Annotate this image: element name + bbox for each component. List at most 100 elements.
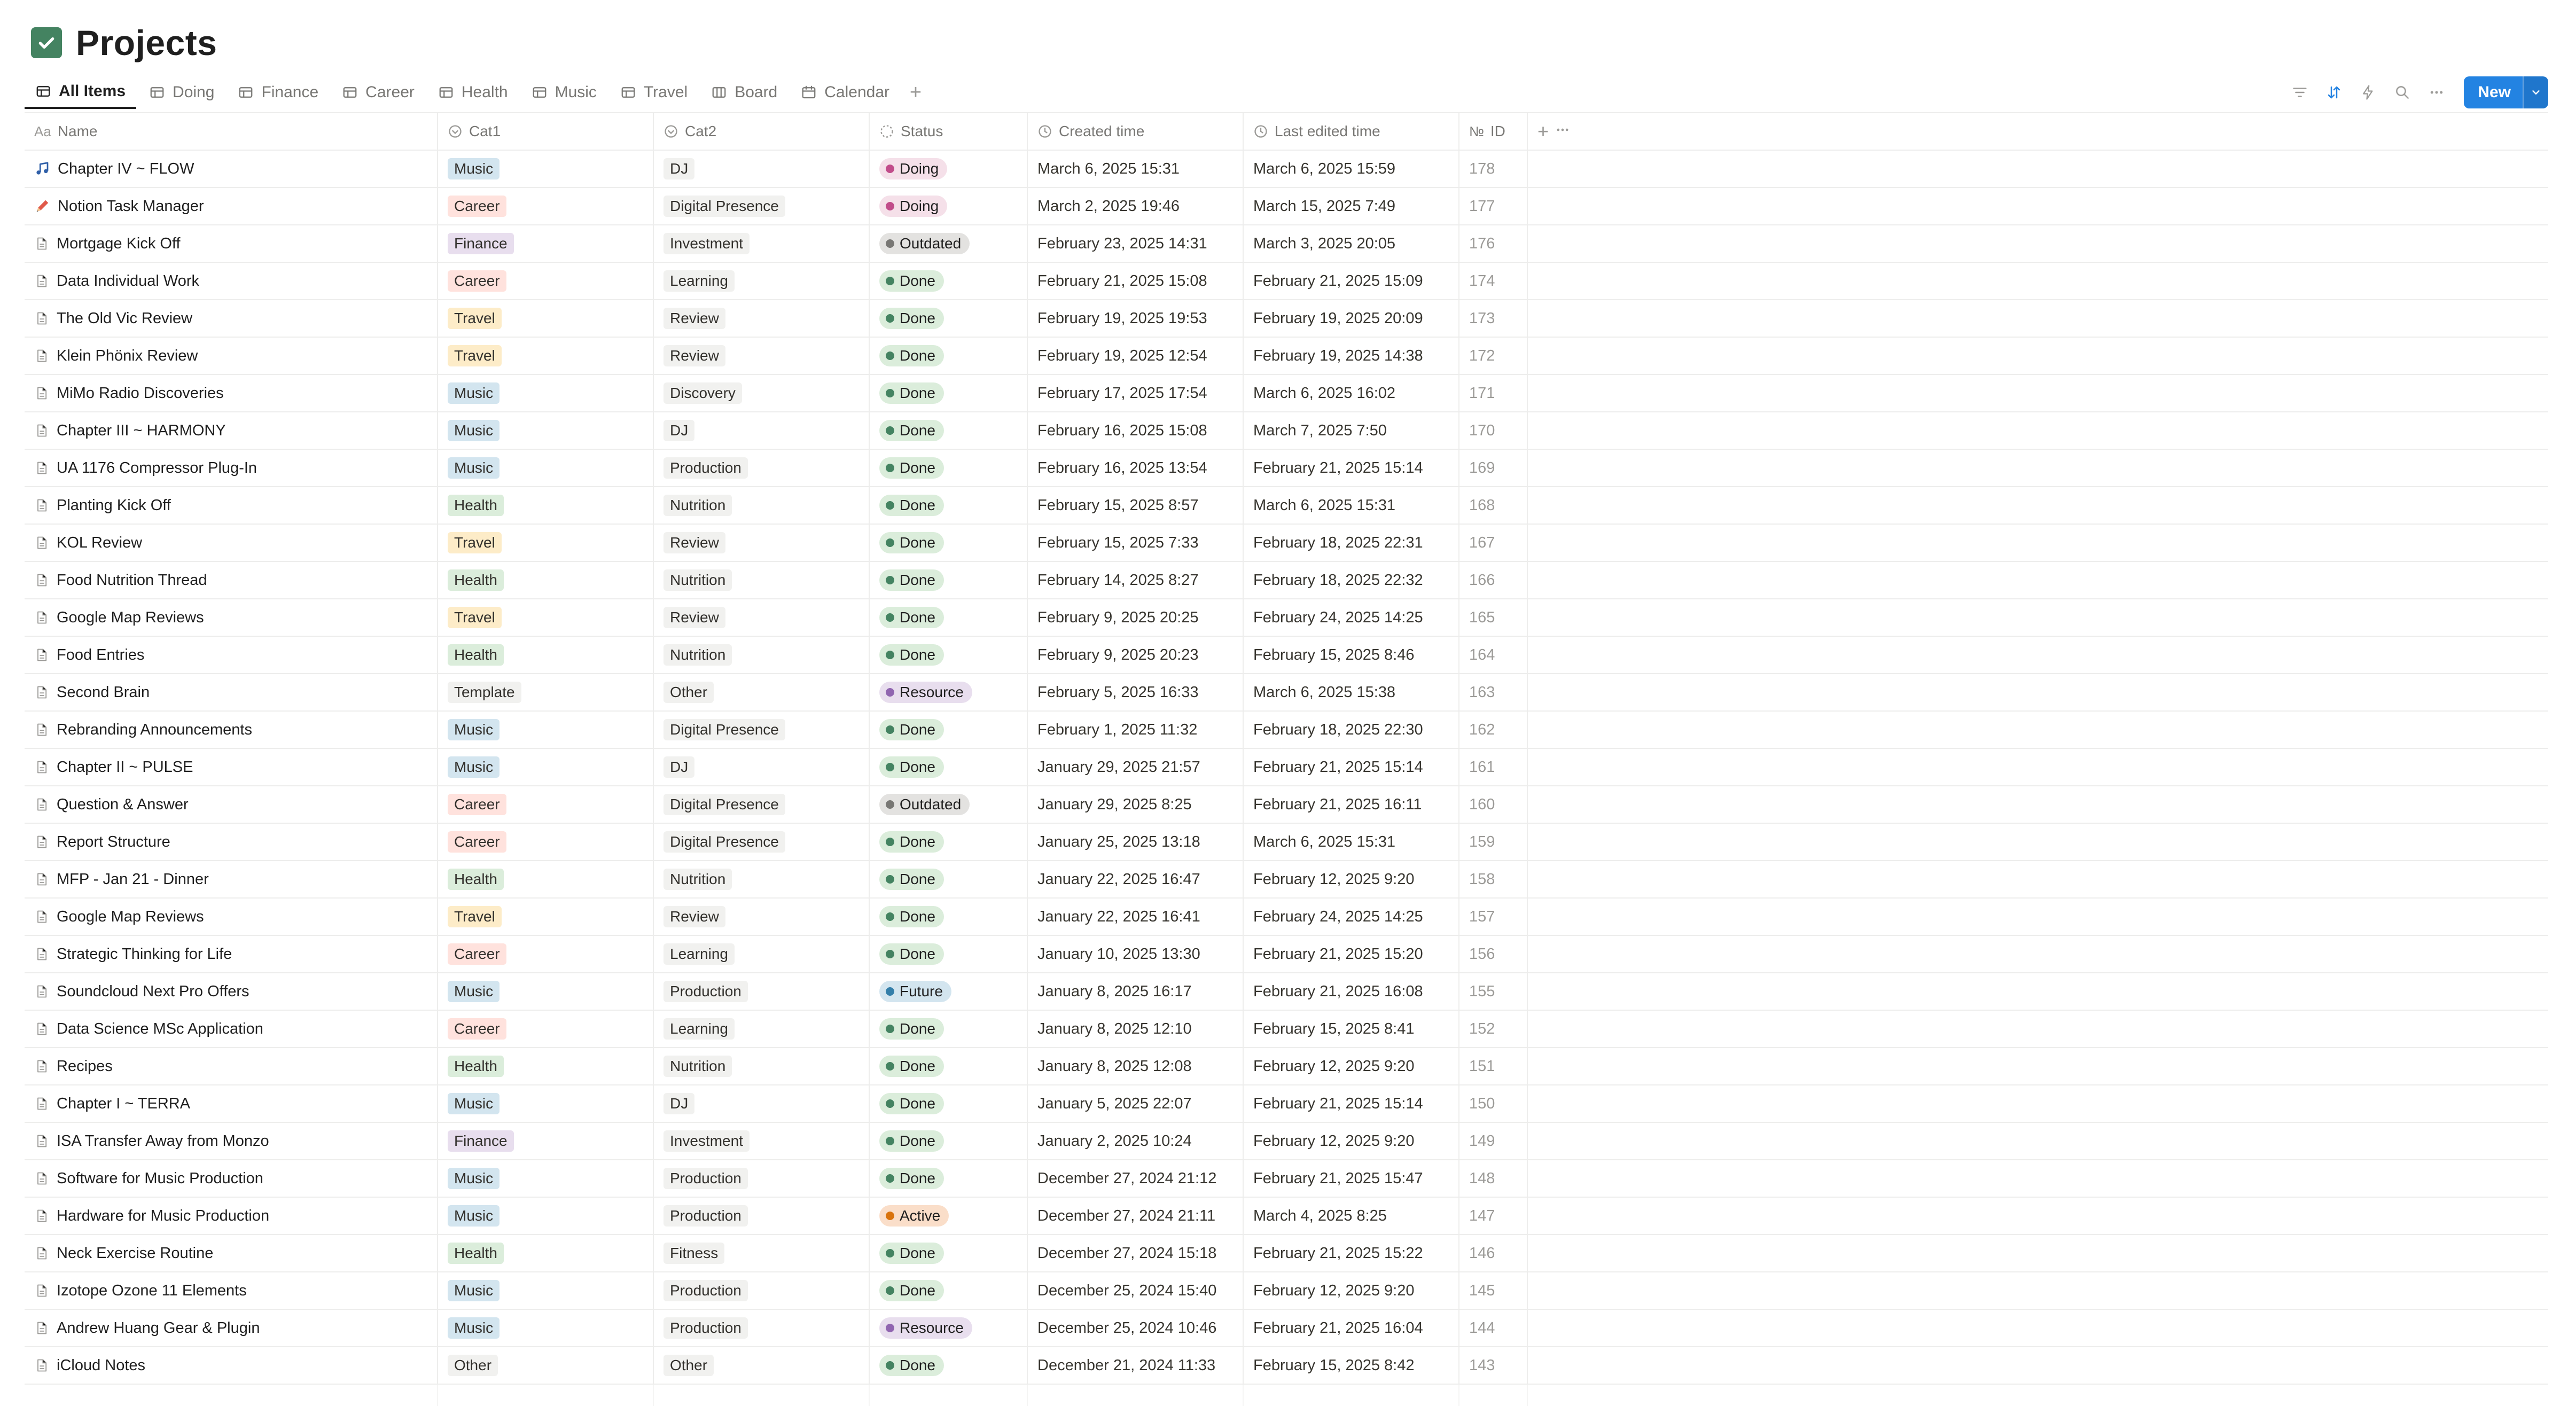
cell-status[interactable]: Done xyxy=(870,1048,1028,1084)
cell-cat2[interactable]: Production xyxy=(654,1272,870,1309)
table-row[interactable]: Neck Exercise Routine Health Fitness Done De… xyxy=(25,1235,2548,1272)
cell-cat2[interactable]: Review xyxy=(654,338,870,374)
column-header-status[interactable]: Status xyxy=(870,113,1028,150)
cell-id[interactable]: 172 xyxy=(1459,338,1528,374)
cell-created-time[interactable]: February 5, 2025 16:33 xyxy=(1028,674,1244,710)
table-row[interactable]: Izotope Ozone 11 Elements Music Production… xyxy=(25,1272,2548,1310)
cell-created-time[interactable]: January 22, 2025 16:41 xyxy=(1028,899,1244,935)
cell-created-time[interactable]: February 1, 2025 11:32 xyxy=(1028,712,1244,748)
cell-id[interactable]: 159 xyxy=(1459,824,1528,860)
row-title[interactable]: iCloud Notes xyxy=(57,1357,145,1374)
cell-cat2[interactable]: DJ xyxy=(654,1085,870,1122)
cell-created-time[interactable]: March 6, 2025 15:31 xyxy=(1028,151,1244,187)
cell-cat2[interactable]: Nutrition xyxy=(654,637,870,673)
cell-name[interactable]: Soundcloud Next Pro Offers xyxy=(25,973,438,1010)
cell-cat2[interactable]: Production xyxy=(654,1160,870,1197)
cell-last-edited-time[interactable]: February 18, 2025 22:30 xyxy=(1244,712,1459,748)
cell-cat1[interactable]: Career xyxy=(438,824,654,860)
cell-cat1[interactable]: Career xyxy=(438,936,654,972)
cell-name[interactable]: Planting Kick Off xyxy=(25,487,438,524)
table-row[interactable]: Data Individual Work Career Learning Done Fe… xyxy=(25,263,2548,300)
cell-last-edited-time[interactable]: February 21, 2025 15:09 xyxy=(1244,263,1459,299)
column-header-cat2[interactable]: Cat2 xyxy=(654,113,870,150)
cell-cat2[interactable]: Production xyxy=(654,1310,870,1346)
row-title[interactable]: Google Map Reviews xyxy=(57,908,204,926)
cell-id[interactable]: 158 xyxy=(1459,861,1528,897)
cell-last-edited-time[interactable]: February 21, 2025 15:22 xyxy=(1244,1235,1459,1271)
table-row[interactable]: Strategic Thinking for Life Career Learnin… xyxy=(25,936,2548,973)
cell-cat1[interactable]: Health xyxy=(438,1048,654,1084)
cell-created-time[interactable]: January 5, 2025 22:07 xyxy=(1028,1085,1244,1122)
cell-cat2[interactable]: Fitness xyxy=(654,1235,870,1271)
cell-cat2[interactable]: DJ xyxy=(654,412,870,449)
cell-cat1[interactable]: Health xyxy=(438,637,654,673)
row-title[interactable]: Hardware for Music Production xyxy=(57,1207,269,1225)
cell-cat1[interactable]: Travel xyxy=(438,899,654,935)
column-header-last-edited-time[interactable]: Last edited time xyxy=(1244,113,1459,150)
cell-id[interactable]: 156 xyxy=(1459,936,1528,972)
cell-last-edited-time[interactable]: March 3, 2025 20:05 xyxy=(1244,225,1459,262)
tab-travel[interactable]: Travel xyxy=(610,76,698,109)
cell-status[interactable]: Done xyxy=(870,749,1028,785)
cell-cat2[interactable]: Investment xyxy=(654,1123,870,1159)
cell-cat2[interactable]: Nutrition xyxy=(654,1048,870,1084)
cell-id[interactable]: 151 xyxy=(1459,1048,1528,1084)
row-title[interactable]: MiMo Radio Discoveries xyxy=(57,385,224,402)
cell-cat2[interactable]: Investment xyxy=(654,225,870,262)
cell-name[interactable]: Mortgage Kick Off xyxy=(25,225,438,262)
cell-created-time[interactable]: January 8, 2025 16:17 xyxy=(1028,973,1244,1010)
row-title[interactable]: Chapter II ~ PULSE xyxy=(57,759,193,776)
cell-cat1[interactable]: Finance xyxy=(438,225,654,262)
row-title[interactable]: Strategic Thinking for Life xyxy=(57,946,232,963)
table-row[interactable]: MFP - Jan 21 - Dinner Health Nutrition Done… xyxy=(25,861,2548,899)
cell-cat2[interactable]: Digital Presence xyxy=(654,786,870,823)
cell-status[interactable]: Done xyxy=(870,824,1028,860)
cell-cat2[interactable]: Production xyxy=(654,450,870,486)
cell-last-edited-time[interactable]: February 21, 2025 16:04 xyxy=(1244,1310,1459,1346)
row-title[interactable]: Software for Music Production xyxy=(57,1170,263,1188)
table-row[interactable]: Software for Music Production Music Produc… xyxy=(25,1160,2548,1198)
tab-all-items[interactable]: All Items xyxy=(25,76,137,109)
cell-last-edited-time[interactable]: February 21, 2025 15:14 xyxy=(1244,1085,1459,1122)
cell-status[interactable]: Outdated xyxy=(870,786,1028,823)
cell-id[interactable]: 163 xyxy=(1459,674,1528,710)
cell-cat1[interactable]: Career xyxy=(438,786,654,823)
cell-cat2[interactable]: Nutrition xyxy=(654,487,870,524)
table-row[interactable]: ISA Transfer Away from Monzo Finance Inves… xyxy=(25,1123,2548,1160)
cell-name[interactable]: Klein Phönix Review xyxy=(25,338,438,374)
cell-id[interactable]: 157 xyxy=(1459,899,1528,935)
cell-created-time[interactable]: February 19, 2025 12:54 xyxy=(1028,338,1244,374)
cell-created-time[interactable]: December 21, 2024 11:33 xyxy=(1028,1347,1244,1384)
row-title[interactable]: Food Entries xyxy=(57,646,144,664)
tab-music[interactable]: Music xyxy=(521,76,607,109)
cell-cat2[interactable]: Nutrition xyxy=(654,562,870,598)
cell-last-edited-time[interactable]: February 12, 2025 9:20 xyxy=(1244,1123,1459,1159)
cell-status[interactable]: Done xyxy=(870,375,1028,411)
cell-cat2[interactable]: Digital Presence xyxy=(654,188,870,224)
cell-id[interactable]: 148 xyxy=(1459,1160,1528,1197)
cell-last-edited-time[interactable]: February 15, 2025 8:46 xyxy=(1244,637,1459,673)
cell-cat2[interactable]: DJ xyxy=(654,749,870,785)
cell-last-edited-time[interactable]: February 21, 2025 15:20 xyxy=(1244,936,1459,972)
row-title[interactable]: Question & Answer xyxy=(57,796,189,814)
cell-last-edited-time[interactable]: February 21, 2025 15:14 xyxy=(1244,450,1459,486)
column-header-name[interactable]: Aa Name xyxy=(25,113,438,150)
cell-id[interactable]: 171 xyxy=(1459,375,1528,411)
row-title[interactable]: Klein Phönix Review xyxy=(57,347,198,365)
cell-id[interactable]: 144 xyxy=(1459,1310,1528,1346)
cell-status[interactable]: Done xyxy=(870,338,1028,374)
table-row[interactable]: Andrew Huang Gear & Plugin Music Productio… xyxy=(25,1310,2548,1347)
table-row[interactable]: Mortgage Kick Off Finance Investment Outdat… xyxy=(25,225,2548,263)
cell-status[interactable]: Doing xyxy=(870,151,1028,187)
cell-name[interactable]: Google Map Reviews xyxy=(25,899,438,935)
cell-name[interactable]: ISA Transfer Away from Monzo xyxy=(25,1123,438,1159)
table-row[interactable]: MiMo Radio Discoveries Music Discovery Done… xyxy=(25,375,2548,412)
lightning-icon[interactable] xyxy=(2354,78,2383,107)
row-title[interactable]: Data Individual Work xyxy=(57,272,199,290)
cell-id[interactable]: 166 xyxy=(1459,562,1528,598)
row-title[interactable]: KOL Review xyxy=(57,534,142,552)
cell-cat1[interactable]: Career xyxy=(438,1011,654,1047)
tab-calendar[interactable]: Calendar xyxy=(790,76,900,109)
row-title[interactable]: MFP - Jan 21 - Dinner xyxy=(57,871,209,888)
cell-last-edited-time[interactable]: February 21, 2025 15:14 xyxy=(1244,749,1459,785)
